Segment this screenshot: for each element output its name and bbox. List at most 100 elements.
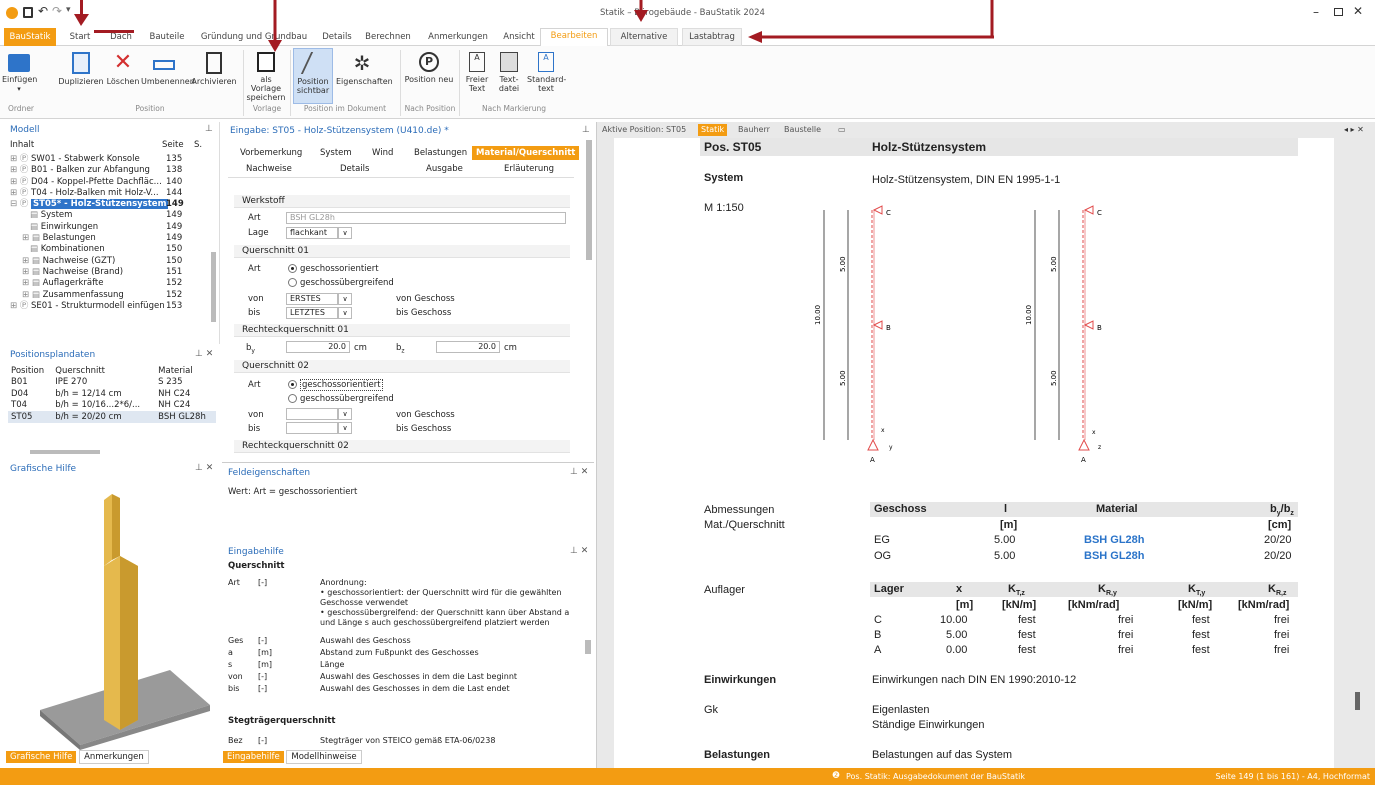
tree-item[interactable]: ⊞ ▤ Belastungen 149 (10, 233, 210, 244)
abm-head-material: Material (1096, 503, 1138, 515)
tab-modellhinweise[interactable]: Modellhinweise (286, 750, 362, 764)
tab-anmerkungen-panel[interactable]: Anmerkungen (79, 750, 149, 764)
tree-item[interactable]: ⊞ Ⓟ SE01 - Strukturmodell einfügen 153 (10, 301, 210, 312)
tree-item[interactable]: ⊞ ▤ Auflagerkräfte 152 (10, 278, 210, 289)
pin-icon[interactable]: ⊥ (205, 124, 213, 134)
feld-title: Feldeigenschaften (228, 468, 311, 478)
pos-label: Pos. ST05 (704, 140, 762, 154)
tab-vorbemerkung[interactable]: Vorbemerkung (240, 148, 302, 158)
tab-statik[interactable]: Statik (698, 124, 728, 136)
plandaten-title: Positionsplandaten (10, 350, 96, 360)
group-position: Position (135, 104, 165, 113)
dim-upper: 5.00 (839, 256, 847, 272)
tree-item[interactable]: ⊞ ▤ Nachweise (GZT) 150 (10, 256, 210, 267)
tab-system[interactable]: System (320, 148, 352, 158)
tree-item[interactable]: ▤ System 149 (10, 210, 210, 221)
tab-material-querschnitt[interactable]: Material/Querschnitt (472, 146, 580, 160)
svg-text:A: A (1081, 456, 1086, 464)
tab-aktive-position[interactable]: Aktive Position: ST05 (602, 124, 686, 136)
pos-header-bar (700, 138, 1298, 156)
pin-close-icon[interactable]: ⊥ ✕ (570, 467, 588, 477)
abm-label-1: Abmessungen (704, 504, 775, 516)
new-tab-icon[interactable]: ▭ (838, 124, 846, 136)
hilfe-table: Art [-] Anordnung: • geschossorientiert: d… (228, 578, 570, 693)
node-a: A (870, 456, 875, 464)
von-select[interactable]: ERSTES (286, 293, 338, 305)
by-field[interactable]: 20.0 (286, 341, 350, 353)
status-bar: ❷ Pos. Statik: Ausgabedokument der BauSt… (0, 768, 1375, 785)
chevron-down-icon[interactable]: ∨ (338, 408, 352, 420)
tab-belastungen[interactable]: Belastungen (414, 148, 467, 158)
scale-text: M 1:150 (704, 202, 744, 214)
bis-select-02[interactable] (286, 422, 338, 434)
table-row[interactable]: D04 b/h = 12/14 cm NH C24 (8, 388, 216, 400)
abm-label-2: Mat./Querschnitt (704, 519, 785, 531)
tree-item[interactable]: ⊞ Ⓟ B01 - Balken zur Abfangung 138 (10, 165, 210, 176)
auf-header-bar (870, 582, 1298, 597)
abm-head-geschoss: Geschoss (874, 503, 927, 515)
eingabe-scrollbar[interactable] (586, 140, 592, 260)
tree-item[interactable]: ⊞ Ⓟ T04 - Holz-Balken mit Holz-V... 144 (10, 188, 210, 199)
table-row[interactable]: T04 b/h = 10/16...2*6/... NH C24 (8, 400, 216, 412)
document-scrollbar[interactable] (1355, 692, 1360, 710)
von-select-02[interactable] (286, 408, 338, 420)
chevron-down-icon[interactable]: ∨ (338, 227, 352, 239)
bz-field[interactable]: 20.0 (436, 341, 500, 353)
bis-select[interactable]: LETZTES (286, 307, 338, 319)
radio-geschossorientiert[interactable] (288, 264, 297, 273)
grafik-title: Grafische Hilfe (10, 464, 77, 474)
lage-select[interactable]: flachkant (286, 227, 338, 239)
plandaten-hscroll[interactable] (30, 450, 100, 454)
chevron-down-icon[interactable]: ∨ (338, 307, 352, 319)
tab-ausgabe[interactable]: Ausgabe (426, 164, 463, 174)
tab-details-eingabe[interactable]: Details (340, 164, 369, 174)
system-drawing: 10.00 5.00 5.00 C B A x y 10.00 5.00 5.0… (814, 205, 1102, 464)
hilfe-section: Querschnitt (228, 561, 285, 571)
tree-item[interactable]: ⊞ Ⓟ D04 - Koppel-Pfette Dachfläc... 140 (10, 177, 210, 188)
tab-bauherr[interactable]: Bauherr (738, 124, 770, 136)
tree-item[interactable]: ▤ Kombinationen 150 (10, 244, 210, 255)
radio-geschossuebergreifend-02[interactable] (288, 394, 297, 403)
tree-item[interactable]: ▤ Einwirkungen 149 (10, 222, 210, 233)
nav-arrows-icon[interactable]: ◂ ▸ ✕ (1344, 124, 1364, 136)
group-position-im-dokument: Position im Dokument (303, 104, 387, 113)
tab-eingabehilfe[interactable]: Eingabehilfe (223, 751, 284, 763)
chevron-down-icon[interactable]: ∨ (338, 293, 352, 305)
tree-item-selected[interactable]: ⊟ Ⓟ ST05* - Holz-Stützensystem 149 (10, 199, 210, 210)
auf-label: Auflager (704, 584, 745, 596)
system-left: 10.00 5.00 5.00 C B A x y (814, 205, 893, 464)
annotation-arrowheads (74, 0, 994, 52)
tree-item[interactable]: ⊞ Ⓟ SW01 - Stabwerk Konsole 135 (10, 154, 210, 165)
table-row[interactable]: B01 IPE 270 S 235 (8, 377, 216, 389)
svg-text:y: y (889, 444, 893, 451)
modell-scrollbar[interactable] (211, 252, 216, 322)
pin-close-icon[interactable]: ⊥ ✕ (195, 463, 213, 473)
pin-icon[interactable]: ⊥ (582, 125, 590, 135)
pin-close-icon[interactable]: ⊥ ✕ (570, 546, 588, 556)
svg-text:C: C (1097, 209, 1102, 217)
status-center: Pos. Statik: Ausgabedokument der BauStat… (846, 772, 1026, 781)
tab-nachweise[interactable]: Nachweise (246, 164, 292, 174)
modell-title: Modell (10, 125, 40, 135)
table-header: Position Querschnitt Material (11, 365, 193, 376)
radio-geschossorientiert-02[interactable] (288, 380, 297, 389)
tab-baustelle[interactable]: Baustelle (784, 124, 821, 136)
gk-label: Gk (704, 704, 719, 716)
gk-line-1: Eigenlasten (872, 704, 930, 716)
table-row-selected[interactable]: ST05 b/h = 20/20 cm BSH GL28h (8, 411, 216, 423)
feld-value: Wert: Art = geschossorientiert (228, 487, 358, 497)
pin-close-icon[interactable]: ⊥ ✕ (195, 349, 213, 359)
tab-erlaeuterung[interactable]: Erläuterung (504, 164, 554, 174)
tab-wind[interactable]: Wind (372, 148, 393, 158)
hilfe-section-2: Stegträgerquerschnitt (228, 716, 336, 726)
dim-total: 10.00 (814, 305, 822, 325)
abm-head-b: by/bz (1270, 503, 1294, 518)
radio-geschossuebergreifend[interactable] (288, 278, 297, 287)
werkstoff-art-field[interactable]: BSH GL28h (286, 212, 566, 224)
hilfe-scrollbar[interactable] (585, 640, 591, 654)
tab-grafische-hilfe[interactable]: Grafische Hilfe (6, 751, 77, 763)
tree-item[interactable]: ⊞ ▤ Nachweise (Brand) 151 (10, 267, 210, 278)
chevron-down-icon[interactable]: ∨ (338, 422, 352, 434)
abm-head-l: l (1004, 503, 1008, 515)
tree-item[interactable]: ⊞ ▤ Zusammenfassung 152 (10, 290, 210, 301)
